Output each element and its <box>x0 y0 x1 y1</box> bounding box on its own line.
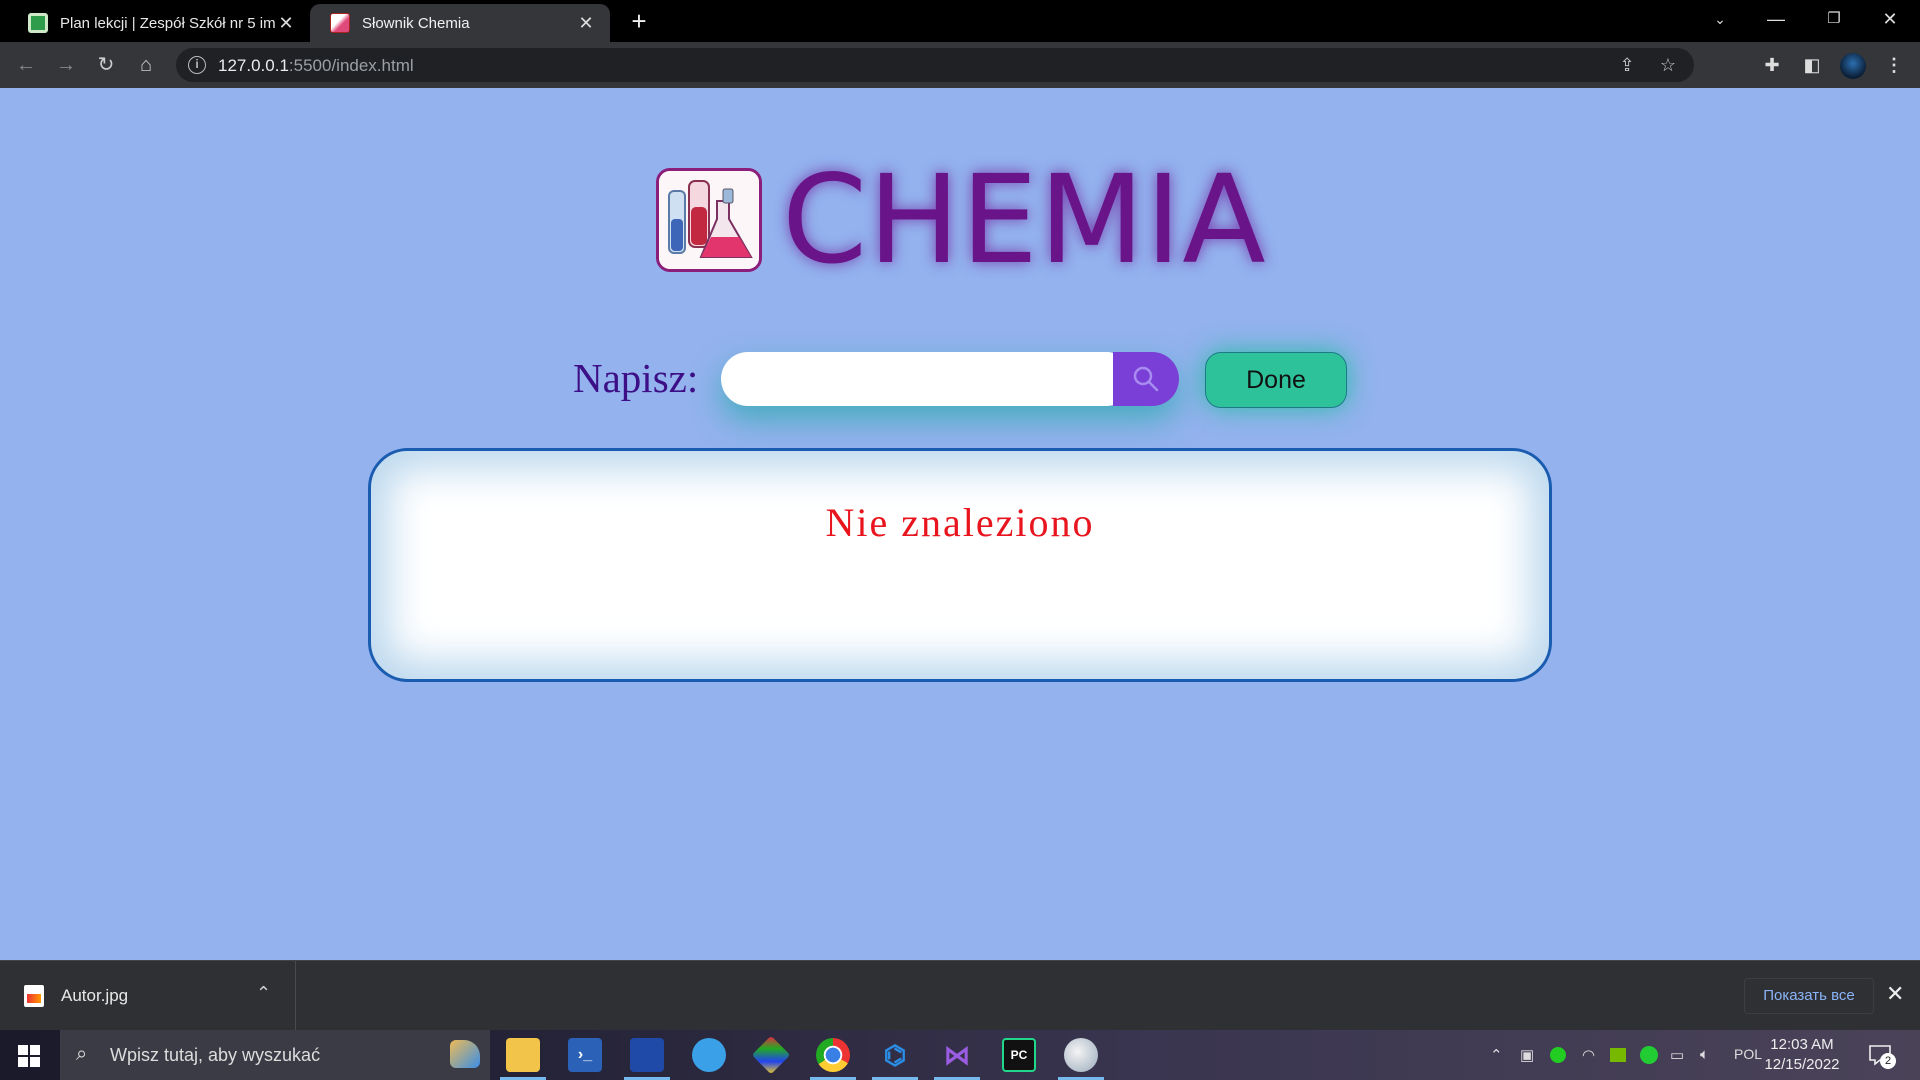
wifi-icon[interactable]: ◠ <box>1582 1046 1595 1064</box>
url-text: 127.0.0.1:5500/index.html <box>218 56 414 76</box>
magnifier-icon[interactable] <box>692 1038 726 1072</box>
search-highlight-icon <box>450 1040 480 1068</box>
pycharm-icon[interactable]: PC <box>1002 1038 1036 1072</box>
back-icon[interactable]: ← <box>10 49 42 81</box>
volume-icon[interactable]: 🔈︎ <box>1700 1046 1709 1063</box>
tab-strip: Plan lekcji | Zespół Szkół nr 5 im. ✕ Sł… <box>0 0 1920 42</box>
git-icon[interactable] <box>751 1035 791 1075</box>
meet-now-icon[interactable]: ▣ <box>1520 1046 1534 1064</box>
share-icon[interactable]: ⇪ <box>1616 54 1638 76</box>
search-icon <box>1133 366 1159 392</box>
file-explorer-icon[interactable] <box>500 1038 546 1080</box>
forward-icon[interactable]: → <box>50 49 82 81</box>
browser-toolbar: ← → ↻ ⌂ i 127.0.0.1:5500/index.html ⇪ ☆ … <box>0 42 1920 88</box>
clock-time: 12:03 AM <box>1770 1036 1834 1053</box>
new-tab-icon[interactable]: + <box>624 6 654 36</box>
vscode-icon[interactable]: ⌬ <box>872 1038 918 1080</box>
taskbar: ⌕ Wpisz tutaj, aby wyszukać ›_ ⌬ ⋈ PC ⌃ … <box>0 1030 1920 1080</box>
side-panel-icon[interactable]: ◧ <box>1800 53 1824 77</box>
chemistry-icon <box>330 13 350 33</box>
notification-count: 2 <box>1880 1053 1896 1069</box>
language-indicator[interactable]: POL <box>1734 1046 1762 1062</box>
close-icon[interactable]: ✕ <box>276 13 296 34</box>
done-button[interactable]: Done <box>1205 352 1347 408</box>
result-message: Nie znaleziono <box>825 500 1095 545</box>
update-icon[interactable] <box>1640 1046 1658 1064</box>
tab-plan-lekcji[interactable]: Plan lekcji | Zespół Szkół nr 5 im. ✕ <box>8 4 310 42</box>
tab-title: Słownik Chemia <box>362 14 470 32</box>
download-file-name: Autor.jpg <box>61 986 129 1005</box>
image-file-icon <box>24 985 44 1007</box>
taskbar-search[interactable]: ⌕ Wpisz tutaj, aby wyszukać <box>60 1030 490 1080</box>
page-title: CHEMIA <box>782 149 1267 291</box>
timetable-icon <box>28 13 48 33</box>
url-path: :5500/index.html <box>288 56 414 75</box>
url-host: 127.0.0.1 <box>218 56 289 75</box>
close-download-bar-icon[interactable]: ✕ <box>1886 981 1904 1007</box>
tab-title: Plan lekcji | Zespół Szkół nr 5 im. <box>60 14 276 32</box>
chrome-icon[interactable] <box>810 1038 856 1080</box>
address-bar[interactable]: i 127.0.0.1:5500/index.html ⇪ ☆ <box>176 48 1694 82</box>
result-panel: Nie znaleziono <box>368 448 1552 682</box>
reload-icon[interactable]: ↻ <box>90 49 122 81</box>
task-manager-icon[interactable] <box>624 1038 670 1080</box>
minimize-icon[interactable]: — <box>1748 0 1804 40</box>
nvidia-icon[interactable] <box>1610 1048 1626 1062</box>
search-label: Napisz: <box>573 355 699 401</box>
site-info-icon[interactable]: i <box>188 56 206 74</box>
chevron-up-icon[interactable]: ⌃ <box>256 983 271 1004</box>
profile-avatar[interactable] <box>1840 53 1866 79</box>
show-all-button[interactable]: Показать все <box>1744 978 1874 1014</box>
bookmark-star-icon[interactable]: ☆ <box>1657 54 1679 76</box>
search-input[interactable] <box>721 352 1123 406</box>
battery-icon[interactable]: ▭ <box>1670 1046 1684 1064</box>
show-hidden-icons-icon[interactable]: ⌃ <box>1490 1046 1503 1064</box>
powershell-icon[interactable]: ›_ <box>568 1038 602 1072</box>
search-bar <box>721 352 1179 406</box>
green-status-icon[interactable] <box>1550 1047 1566 1063</box>
windows-start-icon[interactable] <box>18 1045 40 1067</box>
tab-slownik-chemia[interactable]: Słownik Chemia ✕ <box>310 4 610 42</box>
clock-date: 12/15/2022 <box>1764 1056 1840 1073</box>
home-icon[interactable]: ⌂ <box>130 49 162 81</box>
close-icon[interactable]: ✕ <box>576 13 596 34</box>
restore-icon[interactable]: ❐ <box>1806 0 1862 40</box>
download-bar: Autor.jpg ⌃ Показать все ✕ <box>0 960 1920 1031</box>
paint-icon[interactable] <box>1058 1038 1104 1080</box>
chemistry-logo-icon <box>656 168 762 272</box>
extensions-icon[interactable]: ✚ <box>1760 53 1784 77</box>
search-icon: ⌕ <box>76 1043 88 1065</box>
download-item[interactable]: Autor.jpg ⌃ <box>0 961 296 1031</box>
clock[interactable]: 12:03 AM 12/15/2022 <box>1760 1035 1844 1075</box>
search-button[interactable] <box>1113 352 1179 406</box>
visual-studio-icon[interactable]: ⋈ <box>934 1038 980 1080</box>
tab-search-icon[interactable]: ⌄ <box>1692 0 1748 40</box>
menu-icon[interactable]: ⋮ <box>1882 53 1906 77</box>
window-close-icon[interactable]: ✕ <box>1862 0 1918 40</box>
taskbar-search-text: Wpisz tutaj, aby wyszukać <box>110 1045 321 1065</box>
notification-center-icon[interactable]: 2 <box>1868 1043 1896 1069</box>
